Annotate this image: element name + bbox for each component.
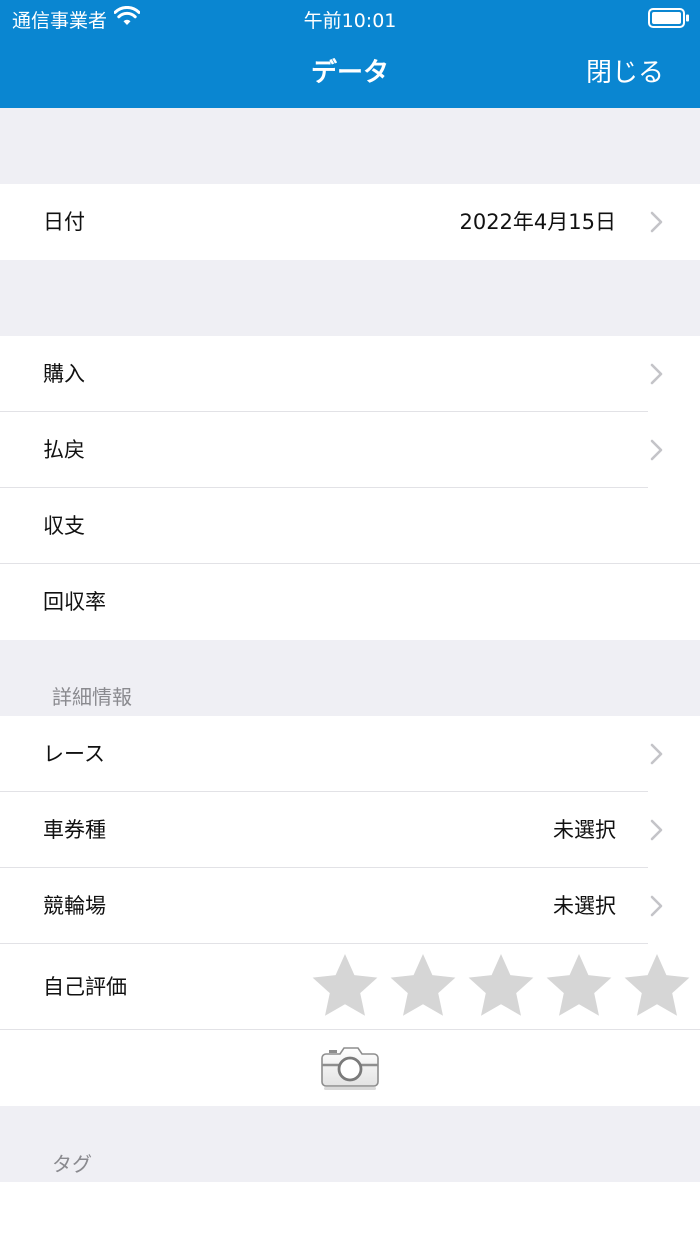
ticket-type-value: 未選択 (553, 818, 616, 842)
star-icon[interactable] (622, 952, 692, 1022)
star-rating (310, 952, 692, 1022)
chevron-right-icon (650, 363, 663, 385)
payout-row[interactable]: 払戻 (0, 412, 700, 488)
chevron-right-icon (650, 439, 663, 461)
recovery-rate-row: 回収率 (0, 564, 700, 640)
recovery-rate-label: 回収率 (43, 590, 106, 614)
date-value: 2022年4月15日 (459, 210, 616, 234)
battery-icon (648, 8, 690, 32)
date-row[interactable]: 日付 2022年4月15日 (0, 184, 700, 260)
velodrome-label: 競輪場 (43, 894, 106, 918)
chevron-right-icon (650, 743, 663, 765)
star-icon[interactable] (544, 952, 614, 1022)
details-section-header: 詳細情報 (52, 685, 132, 709)
date-section: 日付 2022年4月15日 (0, 184, 700, 260)
star-icon[interactable] (310, 952, 380, 1022)
summary-section: 購入 払戻 収支 回収率 (0, 336, 700, 640)
purchase-label: 購入 (43, 362, 85, 386)
navigation-bar: 通信事業者 午前10:01 データ 閉じる (0, 0, 700, 108)
purchase-row[interactable]: 購入 (0, 336, 700, 412)
ticket-type-label: 車券種 (43, 818, 106, 842)
status-time: 午前10:01 (303, 10, 397, 32)
chevron-right-icon (650, 819, 663, 841)
velodrome-row[interactable]: 競輪場 未選択 (0, 868, 700, 944)
self-rating-label: 自己評価 (43, 975, 127, 999)
self-rating-row: 自己評価 (0, 944, 700, 1030)
payout-label: 払戻 (43, 438, 85, 462)
details-section: レース 車券種 未選択 競輪場 未選択 自己評価 (0, 716, 700, 1106)
close-button[interactable]: 閉じる (586, 52, 664, 89)
tags-section-header: タグ (52, 1152, 92, 1176)
race-row[interactable]: レース (0, 716, 700, 792)
star-icon[interactable] (466, 952, 536, 1022)
chevron-right-icon (650, 895, 663, 917)
tags-section (0, 1182, 700, 1244)
balance-row: 収支 (0, 488, 700, 564)
camera-icon[interactable] (320, 1044, 380, 1090)
date-label: 日付 (43, 210, 85, 234)
chevron-right-icon (650, 211, 663, 233)
photo-row (0, 1030, 700, 1106)
ticket-type-row[interactable]: 車券種 未選択 (0, 792, 700, 868)
balance-label: 収支 (43, 514, 85, 538)
star-icon[interactable] (388, 952, 458, 1022)
race-label: レース (43, 742, 105, 766)
velodrome-value: 未選択 (553, 894, 616, 918)
